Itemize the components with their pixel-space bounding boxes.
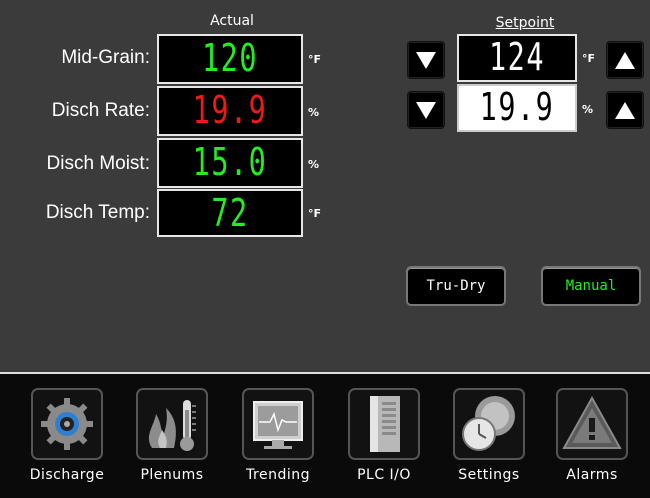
nav-plc-io[interactable]: PLC I/O bbox=[336, 388, 432, 492]
nav-plenums[interactable]: Plenums bbox=[124, 388, 220, 492]
arrow-up-icon bbox=[615, 52, 635, 69]
label-disch-temp: Disch Temp: bbox=[45, 202, 150, 223]
warning-icon bbox=[556, 388, 628, 460]
label-mid-grain: Mid-Grain: bbox=[61, 47, 150, 68]
settings-clock-icon bbox=[453, 388, 525, 460]
nav-alarms-label: Alarms bbox=[566, 467, 618, 483]
actual-disch-moist: 15.0 bbox=[157, 138, 303, 188]
label-disch-moist: Disch Moist: bbox=[46, 153, 150, 174]
disch-rate-setpoint-up-button[interactable] bbox=[606, 91, 644, 129]
actual-disch-rate-value: 19.9 bbox=[192, 88, 268, 132]
plc-cabinet-icon bbox=[348, 388, 420, 460]
nav-discharge-label: Discharge bbox=[29, 467, 105, 483]
setpoint-disch-rate-value: 19.9 bbox=[479, 85, 555, 129]
nav-alarms[interactable]: Alarms bbox=[544, 388, 640, 492]
nav-plenums-label: Plenums bbox=[140, 467, 204, 483]
nav-trending[interactable]: Trending bbox=[230, 388, 326, 492]
setpoint-header: Setpoint bbox=[495, 15, 555, 31]
unit-mid-grain: °F bbox=[308, 53, 322, 66]
tru-dry-button[interactable]: Tru-Dry bbox=[406, 266, 506, 306]
unit-disch-rate: % bbox=[308, 106, 320, 119]
disch-rate-setpoint-down-button[interactable] bbox=[407, 91, 445, 129]
arrow-up-icon bbox=[615, 102, 635, 119]
actual-header: Actual bbox=[210, 13, 254, 29]
unit-disch-temp: °F bbox=[308, 207, 322, 220]
nav-settings[interactable]: Settings bbox=[441, 388, 537, 492]
nav-settings-label: Settings bbox=[458, 467, 520, 483]
setpoint-disch-rate[interactable]: 19.9 bbox=[457, 84, 577, 132]
flame-thermometer-icon bbox=[136, 388, 208, 460]
unit-disch-moist: % bbox=[308, 158, 320, 171]
setpoint-unit-mid-grain: °F bbox=[582, 52, 596, 65]
label-disch-rate: Disch Rate: bbox=[51, 100, 150, 121]
navigation-bar: Discharge Plenums Trending PLC I/O Setti… bbox=[0, 372, 650, 498]
actual-disch-rate: 19.9 bbox=[157, 86, 303, 136]
arrow-down-icon bbox=[416, 52, 436, 69]
actual-disch-temp-value: 72 bbox=[211, 191, 249, 235]
nav-discharge[interactable]: Discharge bbox=[19, 388, 115, 492]
nav-trending-label: Trending bbox=[246, 467, 310, 483]
actual-mid-grain-value: 120 bbox=[202, 36, 258, 80]
nav-plc-io-label: PLC I/O bbox=[357, 467, 411, 483]
setpoint-mid-grain-value: 124 bbox=[489, 35, 545, 79]
arrow-down-icon bbox=[416, 102, 436, 119]
mid-grain-setpoint-up-button[interactable] bbox=[606, 41, 644, 79]
gear-icon bbox=[31, 388, 103, 460]
setpoint-mid-grain[interactable]: 124 bbox=[457, 34, 577, 82]
setpoint-unit-disch-rate: % bbox=[582, 103, 594, 116]
trend-monitor-icon bbox=[242, 388, 314, 460]
actual-disch-temp: 72 bbox=[157, 189, 303, 237]
mid-grain-setpoint-down-button[interactable] bbox=[407, 41, 445, 79]
manual-button[interactable]: Manual bbox=[541, 266, 641, 306]
main-panel: Actual Setpoint Mid-Grain: 120 °F Disch … bbox=[0, 0, 650, 372]
actual-disch-moist-value: 15.0 bbox=[192, 140, 268, 184]
actual-mid-grain: 120 bbox=[157, 34, 303, 84]
